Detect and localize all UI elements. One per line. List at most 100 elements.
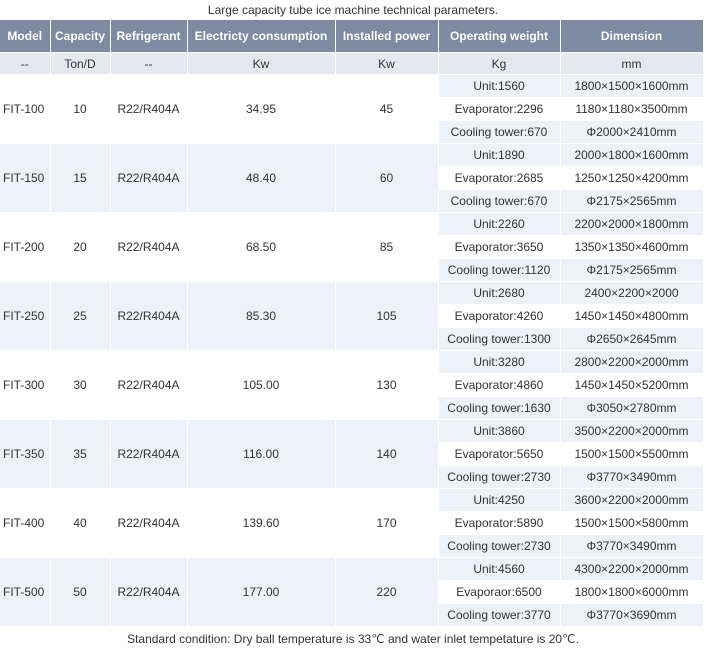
model-cell: FIT-350 xyxy=(0,419,51,489)
dimension-cell: Φ3770×3490mm xyxy=(560,534,704,558)
consumption-cell: 48.40 xyxy=(187,143,336,213)
parameters-table: Model Capacity Refrigerant Electricty co… xyxy=(0,20,704,627)
dimension-cell: 2400×2200×2000 xyxy=(560,281,704,305)
table-row: FIT-250 25 R22/R404A 85.30 105 Unit:2680 2400×… xyxy=(0,281,704,351)
consumption-cell: 105.00 xyxy=(187,350,336,420)
operating-weight-cell: Unit:1560 xyxy=(438,74,561,98)
operating-weight-cell: Unit:3280 xyxy=(438,350,561,374)
header-dimension: Dimension xyxy=(560,20,704,53)
dimension-cell: Φ2000×2410mm xyxy=(560,120,704,144)
unit-model: -- xyxy=(0,52,51,75)
operating-weight-cell: Unit:2680 xyxy=(438,281,561,305)
operating-weight-cell: Cooling tower:1300 xyxy=(438,327,561,351)
dimension-cell: 1500×1500×5800mm xyxy=(560,511,704,535)
capacity-cell: 50 xyxy=(50,557,111,627)
operating-weight-cell: Evaporator:2685 xyxy=(438,166,561,190)
operating-weight-cell: Evaporator:5890 xyxy=(438,511,561,535)
table-row: FIT-400 40 R22/R404A 139.60 170 Unit:4250 3600… xyxy=(0,488,704,558)
capacity-cell: 35 xyxy=(50,419,111,489)
dimension-cell: Φ3050×2780mm xyxy=(560,396,704,420)
installed-power-cell: 105 xyxy=(335,281,439,351)
refrigerant-cell: R22/R404A xyxy=(110,212,188,282)
operating-weight-cell: Unit:1890 xyxy=(438,143,561,167)
dimension-cell: 1800×1800×6000mm xyxy=(560,580,704,604)
operating-weight-cell: Cooling tower:670 xyxy=(438,189,561,213)
operating-weight-cell: Unit:4560 xyxy=(438,557,561,581)
unit-consumption: Kw xyxy=(187,52,336,75)
consumption-cell: 139.60 xyxy=(187,488,336,558)
dimension-cell: Φ3770×3490mm xyxy=(560,465,704,489)
unit-refrigerant: -- xyxy=(110,52,188,75)
dimension-cell: 2800×2200×2000mm xyxy=(560,350,704,374)
header-capacity: Capacity xyxy=(50,20,111,53)
installed-power-cell: 140 xyxy=(335,419,439,489)
model-cell: FIT-300 xyxy=(0,350,51,420)
consumption-cell: 116.00 xyxy=(187,419,336,489)
capacity-cell: 25 xyxy=(50,281,111,351)
dimension-cell: 1800×1500×1600mm xyxy=(560,74,704,98)
model-cell: FIT-400 xyxy=(0,488,51,558)
table-caption: Large capacity tube ice machine technica… xyxy=(207,3,499,17)
consumption-cell: 68.50 xyxy=(187,212,336,282)
operating-weight-cell: Evaporaor:6500 xyxy=(438,580,561,604)
operating-weight-cell: Unit:2260 xyxy=(438,212,561,236)
dimension-cell: 1450×1450×4800mm xyxy=(560,304,704,328)
dimension-cell: 2200×2000×1800mm xyxy=(560,212,704,236)
table-row: FIT-300 30 R22/R404A 105.00 130 Unit:3280 2800… xyxy=(0,350,704,420)
dimension-cell: 3600×2200×2000mm xyxy=(560,488,704,512)
model-cell: FIT-100 xyxy=(0,74,51,144)
refrigerant-cell: R22/R404A xyxy=(110,419,188,489)
standard-condition-note: Standard condition: Dry ball temperature… xyxy=(127,632,579,646)
dimension-cell: 1350×1350×4600mm xyxy=(560,235,704,259)
capacity-cell: 10 xyxy=(50,74,111,144)
model-cell: FIT-200 xyxy=(0,212,51,282)
unit-dimension: mm xyxy=(560,52,704,75)
operating-weight-cell: Evaporator:2296 xyxy=(438,97,561,121)
refrigerant-cell: R22/R404A xyxy=(110,350,188,420)
dimension-cell: Φ2175×2565mm xyxy=(560,258,704,282)
unit-capacity: Ton/D xyxy=(50,52,111,75)
capacity-cell: 40 xyxy=(50,488,111,558)
operating-weight-cell: Cooling tower:2730 xyxy=(438,534,561,558)
header-refrigerant: Refrigerant xyxy=(110,20,188,53)
unit-installed-power: Kw xyxy=(335,52,439,75)
dimension-cell: 1500×1500×5500mm xyxy=(560,442,704,466)
dimension-cell: Φ2650×2645mm xyxy=(560,327,704,351)
operating-weight-cell: Evaporator:5650 xyxy=(438,442,561,466)
refrigerant-cell: R22/R404A xyxy=(110,488,188,558)
operating-weight-cell: Evaporator:4860 xyxy=(438,373,561,397)
table-row: FIT-150 15 R22/R404A 48.40 60 Unit:1890 2000×1… xyxy=(0,143,704,213)
unit-operating-weight: Kg xyxy=(438,52,561,75)
consumption-cell: 177.00 xyxy=(187,557,336,627)
dimension-cell: Φ3770×3690mm xyxy=(560,603,704,627)
dimension-cell: 1180×1180×3500mm xyxy=(560,97,704,121)
model-cell: FIT-250 xyxy=(0,281,51,351)
dimension-cell: 2000×1800×1600mm xyxy=(560,143,704,167)
operating-weight-cell: Evaporator:3650 xyxy=(438,235,561,259)
installed-power-cell: 45 xyxy=(335,74,439,144)
installed-power-cell: 130 xyxy=(335,350,439,420)
header-model: Model xyxy=(0,20,51,53)
installed-power-cell: 170 xyxy=(335,488,439,558)
refrigerant-cell: R22/R404A xyxy=(110,143,188,213)
header-row: Model Capacity Refrigerant Electricty co… xyxy=(0,20,704,53)
installed-power-cell: 60 xyxy=(335,143,439,213)
capacity-cell: 30 xyxy=(50,350,111,420)
consumption-cell: 85.30 xyxy=(187,281,336,351)
capacity-cell: 20 xyxy=(50,212,111,282)
consumption-cell: 34.95 xyxy=(187,74,336,144)
installed-power-cell: 85 xyxy=(335,212,439,282)
dimension-cell: 4300×2200×2000mm xyxy=(560,557,704,581)
capacity-cell: 15 xyxy=(50,143,111,213)
installed-power-cell: 220 xyxy=(335,557,439,627)
operating-weight-cell: Cooling tower:1630 xyxy=(438,396,561,420)
table-row: FIT-200 20 R22/R404A 68.50 85 Unit:2260 2200×2… xyxy=(0,212,704,282)
operating-weight-cell: Unit:4250 xyxy=(438,488,561,512)
table-row: FIT-350 35 R22/R404A 116.00 140 Unit:3860 3500… xyxy=(0,419,704,489)
model-cell: FIT-500 xyxy=(0,557,51,627)
operating-weight-cell: Cooling tower:1120 xyxy=(438,258,561,282)
header-operating-weight: Operating weight xyxy=(438,20,561,53)
header-consumption: Electricty consumption xyxy=(187,20,336,53)
operating-weight-cell: Evaporator:4260 xyxy=(438,304,561,328)
header-installed-power: Installed power xyxy=(335,20,439,53)
